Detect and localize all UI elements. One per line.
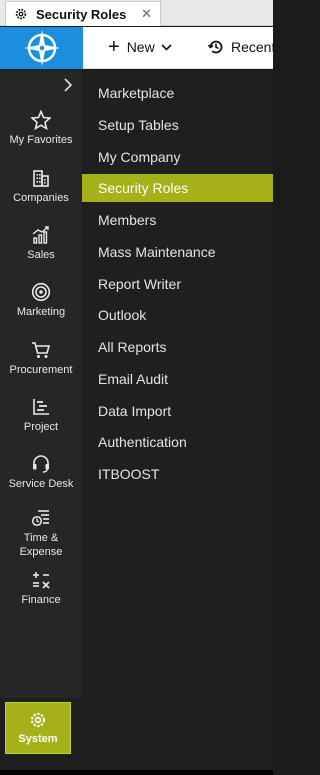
recent-label: Recent bbox=[231, 39, 276, 55]
menu-item-marketplace[interactable]: Marketplace bbox=[82, 79, 273, 107]
sidebar-item-label: Project bbox=[23, 421, 59, 433]
tab-strip: Security Roles ✕ bbox=[0, 0, 273, 26]
chevron-right-icon[interactable] bbox=[62, 78, 74, 92]
compass-logo-icon[interactable] bbox=[0, 27, 83, 69]
chart-icon bbox=[32, 226, 49, 244]
menu-item-outlook[interactable]: Outlook bbox=[82, 301, 273, 329]
sidebar-item-label: Sales bbox=[27, 249, 55, 261]
cart-icon bbox=[32, 342, 51, 358]
menu-item-mass-maintenance[interactable]: Mass Maintenance bbox=[82, 238, 273, 266]
gear-icon bbox=[30, 712, 46, 728]
close-icon[interactable]: ✕ bbox=[141, 6, 152, 22]
menu-item-report-writer[interactable]: Report Writer bbox=[82, 270, 273, 298]
sidebar-item-time-expense[interactable]: Time & Expense bbox=[0, 508, 82, 559]
sidebar-item-label: Procurement bbox=[9, 364, 73, 376]
window-bottom-edge bbox=[0, 770, 273, 775]
plus-icon: + bbox=[108, 36, 120, 58]
sidebar-item-label: Marketing bbox=[16, 306, 66, 318]
new-button[interactable]: + New bbox=[108, 36, 172, 58]
sidebar-item-label: My Favorites bbox=[9, 134, 73, 146]
system-section: System bbox=[0, 698, 82, 770]
history-icon bbox=[207, 40, 223, 54]
sidebar-item-label: Service Desk bbox=[8, 478, 74, 490]
new-label: New bbox=[126, 39, 155, 55]
menu-item-all-reports[interactable]: All Reports bbox=[82, 333, 273, 361]
sidebar-item-label: Time & bbox=[23, 532, 59, 544]
menu-item-security-roles[interactable]: Security Roles bbox=[82, 174, 273, 202]
system-menu: Marketplace Setup Tables My Company Secu… bbox=[82, 70, 273, 770]
target-icon bbox=[31, 282, 51, 302]
sidebar-item-label: Finance bbox=[21, 594, 61, 606]
sidebar-item-sales[interactable]: Sales bbox=[0, 225, 82, 262]
system-label: System bbox=[18, 733, 58, 745]
sidebar-item-label-line2: Expense bbox=[19, 546, 63, 558]
calculator-icon bbox=[33, 572, 50, 589]
menu-item-setup-tables[interactable]: Setup Tables bbox=[82, 111, 273, 139]
menu-item-data-import[interactable]: Data Import bbox=[82, 397, 273, 425]
sidebar-item-finance[interactable]: Finance bbox=[0, 570, 82, 607]
sidebar-item-label: Companies bbox=[13, 192, 69, 204]
sidebar-item-service-desk[interactable]: Service Desk bbox=[0, 454, 82, 491]
gantt-icon bbox=[33, 399, 49, 415]
chevron-down-icon bbox=[161, 43, 172, 51]
tab-title: Security Roles bbox=[36, 6, 127, 22]
headset-icon bbox=[33, 455, 49, 473]
menu-item-my-company[interactable]: My Company bbox=[82, 143, 273, 171]
menu-item-email-audit[interactable]: Email Audit bbox=[82, 365, 273, 393]
timesheet-icon bbox=[31, 510, 49, 527]
star-icon bbox=[31, 110, 51, 130]
tab-security-roles[interactable]: Security Roles ✕ bbox=[5, 1, 161, 26]
sidebar-item-procurement[interactable]: Procurement bbox=[0, 340, 82, 377]
menu-item-itboost[interactable]: ITBOOST bbox=[82, 460, 273, 488]
building-icon bbox=[33, 170, 49, 187]
sidebar: My Favorites Companies Sales Marketing P… bbox=[0, 70, 82, 770]
menu-item-authentication[interactable]: Authentication bbox=[82, 428, 273, 456]
recent-button[interactable]: Recent bbox=[207, 38, 275, 56]
sidebar-item-project[interactable]: Project bbox=[0, 397, 82, 434]
sidebar-item-system[interactable]: System bbox=[5, 702, 71, 754]
sidebar-item-marketing[interactable]: Marketing bbox=[0, 282, 82, 319]
menu-item-members[interactable]: Members bbox=[82, 206, 273, 234]
sidebar-item-companies[interactable]: Companies bbox=[0, 168, 82, 205]
sidebar-item-my-favorites[interactable]: My Favorites bbox=[0, 110, 82, 147]
gear-icon bbox=[15, 8, 27, 20]
top-header: + New Recent bbox=[0, 27, 275, 69]
